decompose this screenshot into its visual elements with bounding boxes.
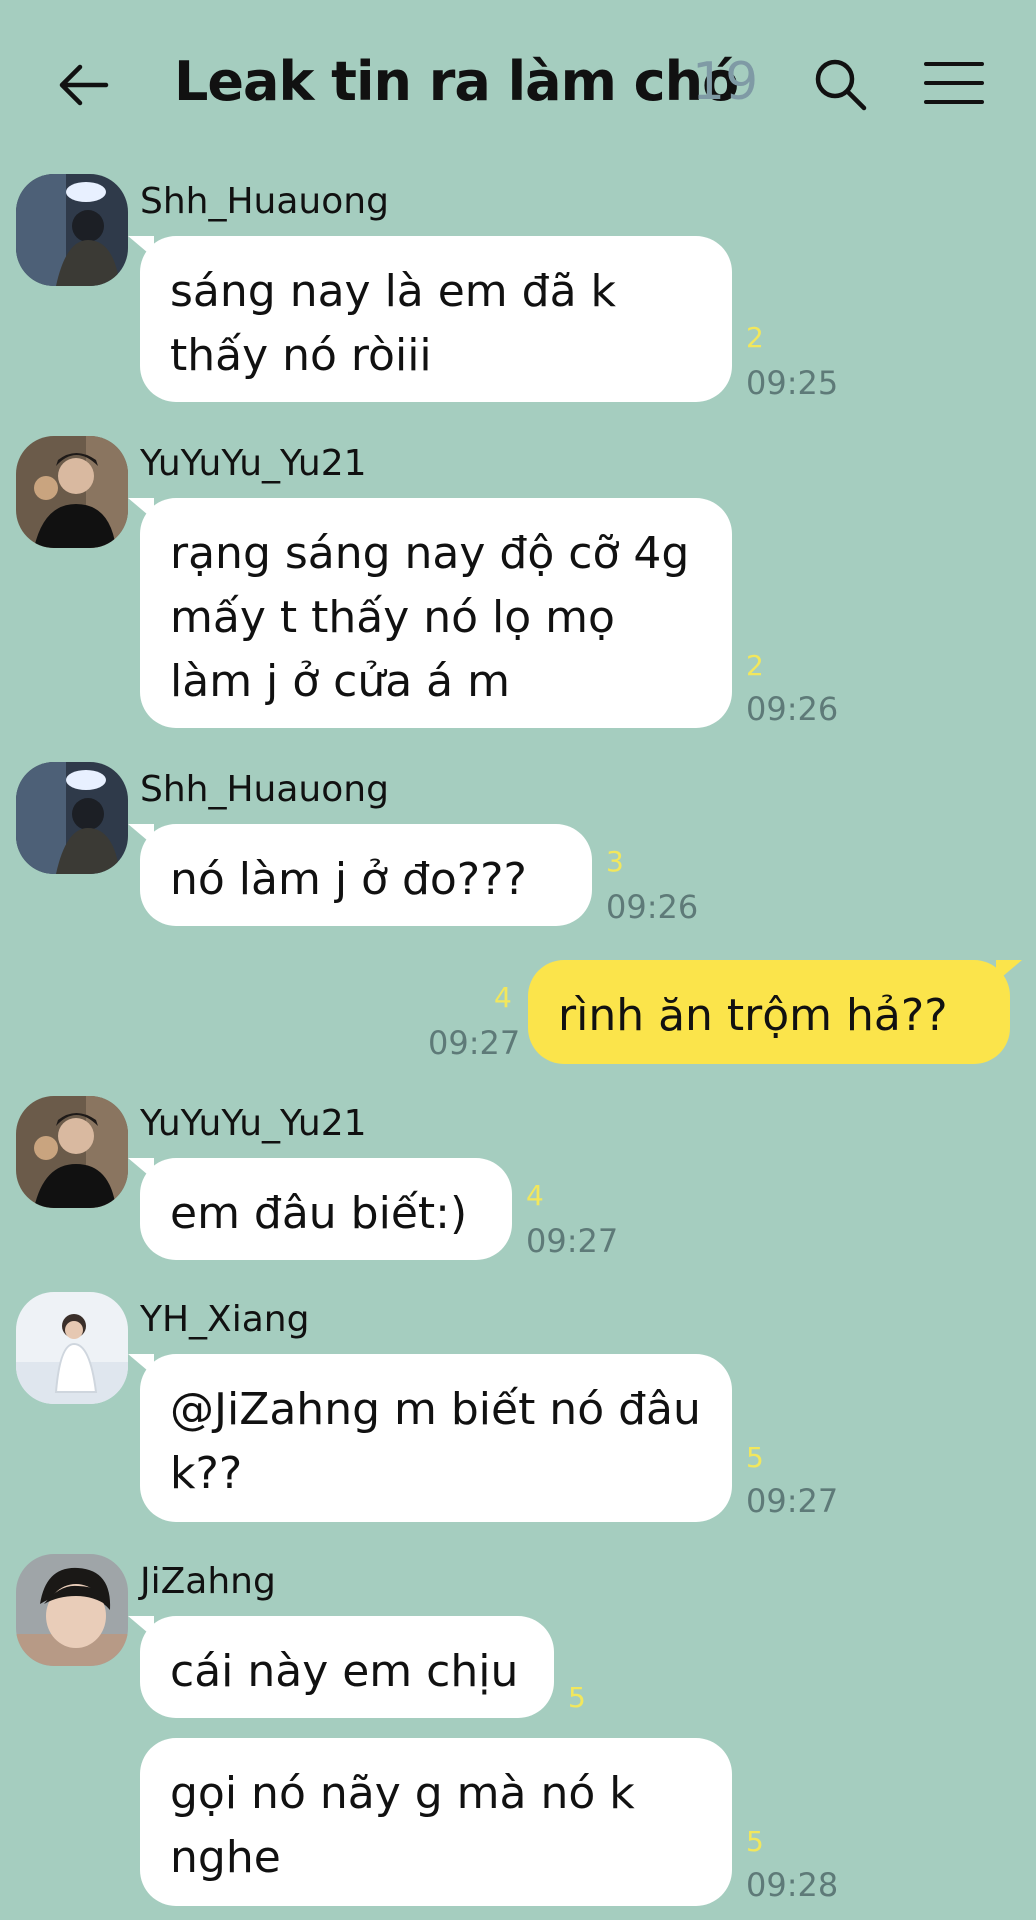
- member-count: 19: [692, 52, 759, 112]
- avatar-yuyuyu-yu21[interactable]: [16, 436, 128, 548]
- message-time: 09:27: [746, 1482, 839, 1520]
- sender-name: Shh_Huauong: [140, 181, 389, 222]
- sender-name: JiZahng: [140, 1561, 276, 1602]
- message-text: @JiZahng m biết nó đâu k??: [170, 1384, 701, 1499]
- message-time: 09:27: [526, 1222, 619, 1260]
- message-bubble[interactable]: em đâu biết:): [128, 1158, 512, 1260]
- message-text: rạng sáng nay độ cỡ 4g mấy t thấy nó lọ …: [170, 528, 690, 707]
- message-time: 09:25: [746, 364, 839, 402]
- message-text: cái này em chịu: [170, 1646, 519, 1697]
- unread-count: 2: [746, 321, 764, 354]
- my-message-bubble[interactable]: rình ăn trộm hả??: [528, 960, 1022, 1064]
- unread-count: 3: [606, 845, 624, 878]
- message-time: 09:27: [428, 1024, 521, 1062]
- avatar-jizahng[interactable]: [16, 1554, 128, 1666]
- unread-count: 4: [494, 981, 512, 1014]
- unread-count: 5: [746, 1825, 764, 1858]
- message-bubble[interactable]: sáng nay là em đã k thấy nó ròiii: [128, 236, 732, 402]
- unread-count: 5: [746, 1441, 764, 1474]
- message-text: rình ăn trộm hả??: [558, 990, 948, 1041]
- sender-name: YuYuYu_Yu21: [140, 1103, 367, 1144]
- message-text: gọi nó nãy g mà nó k nghe: [170, 1768, 635, 1883]
- search-icon[interactable]: [812, 56, 868, 112]
- hamburger-menu-icon[interactable]: [924, 60, 984, 106]
- back-arrow-icon[interactable]: [56, 58, 110, 112]
- message-time: 09:28: [746, 1866, 839, 1904]
- message-text: nó làm j ở đo???: [170, 854, 527, 905]
- avatar-shh-huauong[interactable]: [16, 174, 128, 286]
- chat-title: Leak tin ra làm chó: [174, 50, 739, 113]
- avatar-shh-huauong[interactable]: [16, 762, 128, 874]
- message-text: sáng nay là em đã k thấy nó ròiii: [170, 266, 617, 381]
- message-bubble[interactable]: cái này em chịu: [128, 1616, 554, 1718]
- avatar-yh-xiang[interactable]: [16, 1292, 128, 1404]
- avatar-yuyuyu-yu21[interactable]: [16, 1096, 128, 1208]
- chat-header: Leak tin ra làm chó 19: [0, 0, 1036, 170]
- unread-count: 2: [746, 649, 764, 682]
- message-bubble[interactable]: nó làm j ở đo???: [128, 824, 592, 926]
- sender-name: YuYuYu_Yu21: [140, 443, 367, 484]
- sender-name: Shh_Huauong: [140, 769, 389, 810]
- unread-count: 5: [568, 1681, 586, 1714]
- unread-count: 4: [526, 1179, 544, 1212]
- message-bubble[interactable]: @JiZahng m biết nó đâu k??: [128, 1354, 732, 1522]
- message-time: 09:26: [606, 888, 699, 926]
- sender-name: YH_Xiang: [140, 1299, 310, 1340]
- message-text: em đâu biết:): [170, 1188, 468, 1239]
- message-time: 09:26: [746, 690, 839, 728]
- message-bubble[interactable]: rạng sáng nay độ cỡ 4g mấy t thấy nó lọ …: [128, 498, 732, 728]
- message-bubble[interactable]: gọi nó nãy g mà nó k nghe: [140, 1738, 732, 1906]
